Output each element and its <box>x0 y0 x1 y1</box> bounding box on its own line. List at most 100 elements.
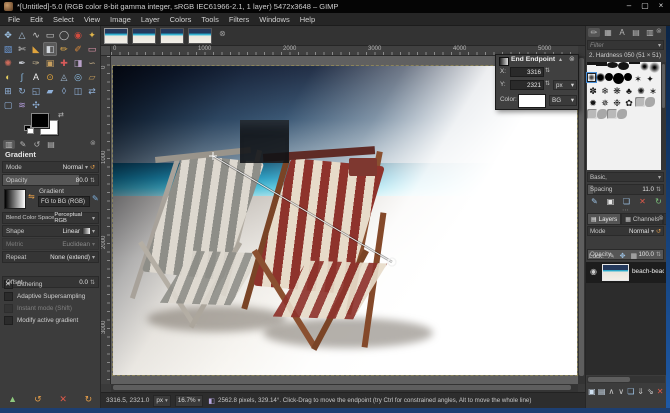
spacing-slider[interactable]: Spacing 11.0 ⇅ <box>587 184 664 195</box>
dock-tab[interactable]: ▦Channels <box>621 213 663 225</box>
fuzzy-select-tool[interactable]: ✦ <box>85 28 99 42</box>
scissors-select-tool[interactable]: ✄ <box>15 42 29 56</box>
rectangle-select-tool[interactable]: ▭ <box>43 28 57 42</box>
spinner-icon[interactable]: ⇅ <box>656 251 661 258</box>
vertical-scrollbar-thumb[interactable] <box>579 58 584 376</box>
vertical-scrollbar[interactable] <box>578 56 585 384</box>
brushes-tab[interactable]: ✏ <box>588 28 600 37</box>
brush-swatch[interactable] <box>596 62 607 66</box>
device-status-tab[interactable]: ✎ <box>17 140 29 149</box>
brush-swatch[interactable]: ✦ <box>644 73 656 85</box>
layer-name[interactable]: beach-beach-... <box>632 268 664 275</box>
x-spinner-icon[interactable]: ⇅ <box>545 67 550 74</box>
brush-swatch[interactable]: ✶ <box>632 73 644 85</box>
layers-scrollbar-thumb[interactable] <box>588 377 630 382</box>
unit-combo[interactable]: px▾ <box>553 80 577 90</box>
brush-swatch[interactable]: ✵ <box>599 97 611 109</box>
checkbox[interactable] <box>4 292 13 301</box>
checkbox[interactable] <box>4 304 13 313</box>
horizontal-scrollbar-thumb[interactable] <box>113 385 571 390</box>
brush-swatch[interactable] <box>618 62 629 70</box>
shear-tool[interactable]: ▰ <box>43 84 57 98</box>
close-dock-icon[interactable]: ⊗ <box>656 27 662 35</box>
brush-swatch[interactable] <box>617 109 627 119</box>
anchor-layer-button[interactable]: ⇓ <box>636 387 646 396</box>
menu-item[interactable]: Image <box>105 13 136 26</box>
move-tool[interactable]: ✥ <box>1 28 15 42</box>
brush-swatch[interactable] <box>607 62 618 68</box>
image-tab-4[interactable] <box>188 28 212 44</box>
endpoint-side-combo[interactable]: BG▾ <box>549 95 577 106</box>
handle-transform-tool[interactable]: ✣ <box>29 98 43 112</box>
crop-tool[interactable]: ▱ <box>85 70 99 84</box>
rotate-tool[interactable]: ↻ <box>15 84 29 98</box>
collapse-icon[interactable]: ▴ <box>559 56 562 63</box>
image-tab-3[interactable] <box>160 28 184 44</box>
tool-option-checkbox[interactable]: Instant mode (Shift) <box>4 303 98 313</box>
brush-swatch[interactable] <box>587 109 597 119</box>
ellipse-select-tool[interactable]: ◯ <box>57 28 71 42</box>
default-colors-icon-bg[interactable] <box>27 128 34 134</box>
menu-item[interactable]: Filters <box>224 13 254 26</box>
swap-colors-icon[interactable]: ⇄ <box>58 111 64 119</box>
dodge-burn-tool[interactable]: ◐ <box>1 70 15 84</box>
lock-position-icon[interactable]: ✥ <box>620 252 626 260</box>
zoom-tool[interactable]: ◎ <box>71 70 85 84</box>
eraser-tool[interactable]: ▭ <box>85 42 99 56</box>
heal-tool[interactable]: ✚ <box>57 56 71 70</box>
brush-swatch[interactable]: ✽ <box>587 85 599 97</box>
free-select-tool[interactable]: ∿ <box>29 28 43 42</box>
delete-tool-preset-button[interactable]: ✕ <box>55 394 71 405</box>
brush-scrollbar-thumb[interactable] <box>662 64 665 108</box>
horizontal-scrollbar[interactable] <box>111 384 578 392</box>
images-tab[interactable]: ▤ <box>45 140 57 149</box>
unit-combo[interactable]: px▾ <box>153 395 170 407</box>
gradient-preview[interactable] <box>4 189 26 209</box>
duplicate-brush-button[interactable]: ❏ <box>620 197 633 206</box>
spinner-icon[interactable]: ⇅ <box>90 177 95 184</box>
restore-tool-preset-button[interactable]: ↺ <box>30 394 46 405</box>
gradient-name[interactable]: FG to BG (RGB) <box>38 196 90 207</box>
layer-row[interactable]: ◉ beach-beach-... <box>586 262 666 283</box>
menu-item[interactable]: Help <box>295 13 320 26</box>
y-input[interactable]: 2321 <box>510 80 544 90</box>
brush-swatch[interactable] <box>605 73 613 81</box>
edit-gradient-icon[interactable]: ✎ <box>92 194 99 203</box>
brush-swatch[interactable] <box>607 109 617 119</box>
mode-row[interactable]: Mode Normal ▾ ↺ <box>2 161 99 173</box>
clone-tool[interactable]: ▣ <box>43 56 57 70</box>
document-history-tab[interactable]: ▤ <box>630 28 642 37</box>
brush-swatch[interactable] <box>613 73 624 84</box>
brush-swatch[interactable]: ❄ <box>599 85 611 97</box>
brush-swatch[interactable] <box>640 62 649 71</box>
tool-options-tab[interactable]: ▥ <box>3 140 15 149</box>
quick-mask-toggle[interactable] <box>101 384 111 392</box>
menu-item[interactable]: Layer <box>136 13 165 26</box>
text-tool[interactable]: A <box>29 70 43 84</box>
reset-mode-icon[interactable]: ↺ <box>90 164 95 171</box>
warp-transform-tool[interactable]: ≋ <box>15 98 29 112</box>
measure-tool[interactable]: ◬ <box>57 70 71 84</box>
brush-swatch[interactable]: ∗ <box>647 85 659 97</box>
gradients-tab[interactable]: ▥ <box>644 28 656 37</box>
brush-swatch[interactable] <box>645 97 655 107</box>
menu-item[interactable]: View <box>79 13 105 26</box>
bucket-fill-tool[interactable]: ◣ <box>29 42 43 56</box>
color-picker-tool[interactable]: ⊙ <box>43 70 57 84</box>
x-input[interactable]: 3316 <box>510 67 544 77</box>
save-tool-preset-button[interactable]: ▲ <box>5 394 21 405</box>
reset-mode-icon[interactable]: ↺ <box>656 228 661 235</box>
end-endpoint-dialog[interactable]: End Endpoint ▴ ⊗ X: 3316 ⇅ Y: 2321 ⇅ px▾… <box>495 54 579 110</box>
brush-swatch[interactable] <box>597 109 607 119</box>
brush-swatch[interactable]: ✹ <box>587 97 599 109</box>
duplicate-layer-button[interactable]: ❏ <box>626 387 636 396</box>
new-brush-button[interactable]: ▣ <box>604 197 617 206</box>
new-layer-group-button[interactable]: ▤ <box>597 387 607 396</box>
ink-tool[interactable]: ✒ <box>15 56 29 70</box>
image-tab-1[interactable] <box>104 28 128 44</box>
brush-swatch[interactable] <box>587 73 596 82</box>
paths-tool[interactable]: ∫ <box>15 70 29 84</box>
fonts-tab[interactable]: A <box>616 28 628 37</box>
close-button[interactable]: × <box>654 0 668 13</box>
reset-tool-options-button[interactable]: ↻ <box>80 394 96 405</box>
